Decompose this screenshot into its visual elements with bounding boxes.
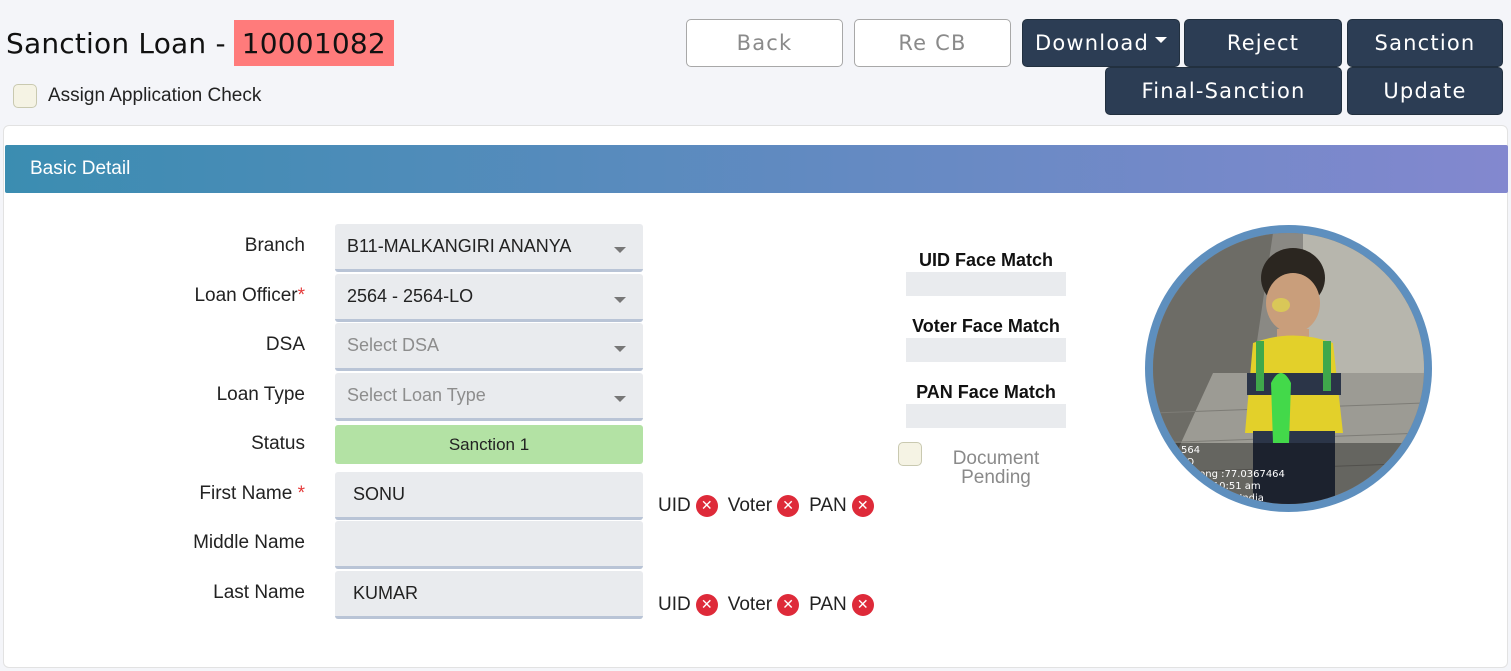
- final-sanction-button[interactable]: Final-Sanction: [1105, 67, 1342, 115]
- voter-verification: Voter ✕: [727, 495, 800, 517]
- applicant-photo: 564 LO 9 ,Long :77.0367464 2025, 10:51 a…: [1145, 225, 1432, 512]
- first-name-label-text: First Name: [199, 483, 293, 504]
- last-name-label: Last Name: [213, 582, 305, 603]
- loan-type-select[interactable]: Select Loan Type: [335, 373, 643, 421]
- caret-down-icon: [614, 346, 626, 352]
- loan-officer-label: Loan Officer*: [194, 285, 305, 307]
- sanction-button[interactable]: Sanction: [1347, 19, 1503, 67]
- caret-down-icon: [614, 297, 626, 303]
- x-circle-icon: ✕: [695, 594, 718, 616]
- x-circle-icon: ✕: [777, 495, 800, 517]
- pan-face-match-value: [906, 404, 1066, 428]
- page-title: Sanction Loan - 10001082: [6, 20, 394, 66]
- caret-down-icon: [1155, 37, 1167, 43]
- loan-type-select-placeholder: Select Loan Type: [347, 385, 486, 405]
- assign-application-check[interactable]: Assign Application Check: [13, 84, 261, 108]
- voter-label: Voter: [727, 594, 773, 615]
- status-label: Status: [251, 433, 305, 454]
- uid-label: UID: [658, 495, 691, 516]
- pan-label: PAN: [809, 594, 847, 615]
- dsa-select-placeholder: Select DSA: [347, 335, 440, 355]
- branch-label: Branch: [244, 235, 305, 256]
- last-name-verification: UID ✕ Voter ✕ PAN ✕: [658, 594, 884, 616]
- uid-face-match-label: UID Face Match: [918, 250, 1054, 270]
- x-circle-icon: ✕: [695, 495, 718, 517]
- assign-check-label: Assign Application Check: [48, 85, 262, 106]
- document-pending[interactable]: Document Pending: [898, 442, 1052, 487]
- loan-officer-select[interactable]: 2564 - 2564-LO: [335, 274, 643, 322]
- loan-type-label: Loan Type: [216, 384, 305, 405]
- voter-label: Voter: [727, 495, 773, 516]
- document-pending-checkbox[interactable]: [898, 442, 922, 466]
- branch-select[interactable]: B11-MALKANGIRI ANANYA: [335, 224, 643, 272]
- page-title-prefix: Sanction Loan -: [6, 26, 226, 60]
- loan-officer-label-text: Loan Officer: [194, 285, 298, 306]
- pan-label: PAN: [809, 495, 847, 516]
- last-name-input[interactable]: KUMAR: [335, 571, 643, 619]
- reject-button[interactable]: Reject: [1184, 19, 1342, 67]
- voter-face-match-value: [906, 338, 1066, 362]
- required-mark: *: [297, 285, 305, 306]
- middle-name-label: Middle Name: [193, 532, 305, 553]
- x-circle-icon: ✕: [851, 594, 874, 616]
- back-button[interactable]: Back: [686, 19, 843, 67]
- x-circle-icon: ✕: [777, 594, 800, 616]
- pan-face-match-label: PAN Face Match: [916, 382, 1056, 402]
- download-button-label: Download: [1035, 31, 1149, 55]
- pan-verification: PAN ✕: [809, 495, 874, 517]
- caret-down-icon: [614, 396, 626, 402]
- re-cb-button[interactable]: Re CB: [854, 19, 1011, 67]
- download-button[interactable]: Download: [1022, 19, 1180, 67]
- voter-face-match-label: Voter Face Match: [912, 316, 1060, 336]
- update-button[interactable]: Update: [1347, 67, 1503, 115]
- required-mark: *: [297, 483, 305, 504]
- dsa-select[interactable]: Select DSA: [335, 323, 643, 371]
- uid-verification: UID ✕: [658, 594, 718, 616]
- uid-label: UID: [658, 594, 691, 615]
- uid-face-match-value: [906, 272, 1066, 296]
- section-header: Basic Detail: [5, 145, 1508, 193]
- photo-overlay-line-3: 9 ,Long :77.0367464: [1181, 469, 1285, 480]
- applicant-photo-image: 564 LO 9 ,Long :77.0367464 2025, 10:51 a…: [1153, 233, 1424, 504]
- caret-down-icon: [614, 247, 626, 253]
- loan-officer-select-value: 2564 - 2564-LO: [347, 286, 474, 306]
- photo-overlay-line-2: LO: [1181, 457, 1194, 468]
- pan-verification: PAN ✕: [809, 594, 874, 616]
- first-name-input[interactable]: SONU: [335, 472, 643, 520]
- branch-select-value: B11-MALKANGIRI ANANYA: [347, 236, 572, 256]
- x-circle-icon: ✕: [851, 495, 874, 517]
- dsa-label: DSA: [265, 334, 305, 355]
- photo-overlay-line-1: 564: [1181, 445, 1200, 456]
- first-name-verification: UID ✕ Voter ✕ PAN ✕: [658, 495, 884, 517]
- middle-name-input[interactable]: [335, 521, 643, 569]
- status-badge: Sanction 1: [335, 425, 643, 464]
- loan-id-badge: 10001082: [233, 20, 394, 66]
- document-pending-label: Document Pending: [952, 448, 1040, 488]
- assign-check-checkbox[interactable]: [13, 84, 37, 108]
- voter-verification: Voter ✕: [727, 594, 800, 616]
- first-name-label: First Name *: [199, 483, 305, 505]
- uid-verification: UID ✕: [658, 495, 718, 517]
